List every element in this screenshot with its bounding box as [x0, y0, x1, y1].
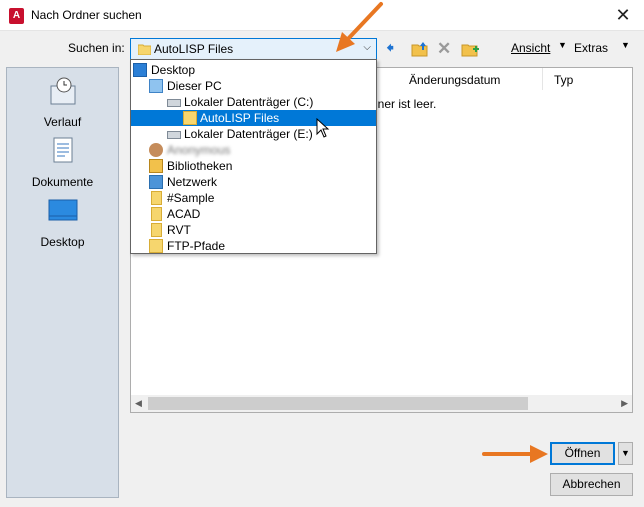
annotation-arrow-open-button	[482, 445, 548, 463]
annotation-arrow-dropdown	[336, 2, 383, 52]
annotation-arrows	[336, 2, 548, 463]
